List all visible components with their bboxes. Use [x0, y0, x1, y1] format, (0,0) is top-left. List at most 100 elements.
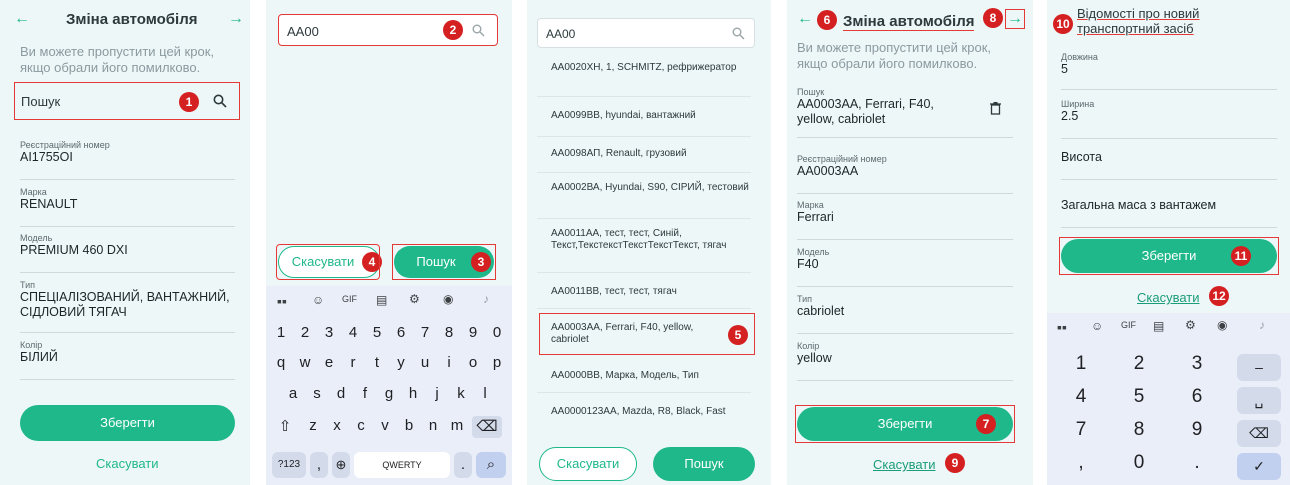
number-key[interactable]: 9	[462, 324, 484, 341]
arrow-left-icon[interactable]: ←	[797, 10, 813, 28]
search-input[interactable]: Пошук	[21, 94, 60, 109]
key-6[interactable]: 6	[1175, 386, 1219, 408]
number-key[interactable]: 1	[270, 324, 292, 341]
letter-key[interactable]: p	[486, 354, 508, 371]
save-button[interactable]: Зберегти	[20, 405, 235, 441]
backspace-key[interactable]: ⌫	[1237, 420, 1281, 447]
result-item[interactable]: АА0020ХН, 1, SCHMITZ, рефрижератор	[551, 62, 761, 74]
globe-icon[interactable]: ⊕	[332, 452, 350, 478]
number-key[interactable]: 3	[318, 324, 340, 341]
selected-result[interactable]: АА0003АА, Ferrari, F40, yellow, cabriole…	[539, 313, 755, 355]
symbols-key[interactable]: ?123	[272, 452, 306, 478]
key-9[interactable]: 9	[1175, 419, 1219, 441]
sticker-icon[interactable]: ☺	[312, 293, 324, 307]
cancel-link[interactable]: Скасувати	[96, 456, 159, 471]
clipboard-icon[interactable]: ▤	[376, 293, 387, 307]
letter-key[interactable]: r	[342, 354, 364, 371]
mic-icon[interactable]: ♪	[483, 292, 489, 306]
search-field[interactable]: Пошук 1	[14, 82, 240, 120]
key-5[interactable]: 5	[1117, 386, 1161, 408]
number-key[interactable]: 2	[294, 324, 316, 341]
palette-icon[interactable]: ◉	[443, 292, 453, 306]
search-input[interactable]: АА00	[546, 27, 575, 41]
search-icon[interactable]	[472, 24, 485, 37]
number-key[interactable]: 4	[342, 324, 364, 341]
search-field[interactable]: АА00	[537, 18, 755, 48]
letter-key[interactable]: l	[474, 385, 496, 402]
letter-key[interactable]: n	[422, 417, 444, 434]
result-item[interactable]: АА0000123АА, Mazda, R8, Black, Fast	[551, 406, 761, 418]
letter-key[interactable]: s	[306, 385, 328, 402]
letter-key[interactable]: v	[374, 417, 396, 434]
cancel-link[interactable]: Скасувати	[1137, 290, 1200, 305]
arrow-left-icon[interactable]: ←	[14, 10, 30, 28]
letter-key[interactable]: e	[318, 354, 340, 371]
field-height[interactable]: Висота	[1061, 150, 1277, 180]
arrow-right-icon[interactable]: →	[1005, 9, 1025, 29]
period-key[interactable]: .	[454, 452, 472, 478]
result-item[interactable]: АА0098АП, Renault, грузовий	[551, 148, 761, 160]
letter-key[interactable]: u	[414, 354, 436, 371]
letter-key[interactable]: h	[402, 385, 424, 402]
key-1[interactable]: 1	[1059, 353, 1103, 375]
result-item[interactable]: АА0002ВА, Hyundai, S90, СІРИЙ, тестовий	[551, 182, 761, 194]
backspace-key[interactable]: ⌫	[472, 416, 502, 438]
letter-key[interactable]: i	[438, 354, 460, 371]
comma-key[interactable]: ,	[1059, 452, 1103, 474]
shift-key[interactable]: ⇧	[274, 417, 296, 435]
field-search[interactable]: Пошук АА0003АА, Ferrari, F40, yellow, ca…	[797, 87, 1013, 138]
key-2[interactable]: 2	[1117, 353, 1161, 375]
gear-icon[interactable]: ⚙	[409, 292, 420, 306]
search-icon[interactable]	[213, 94, 227, 108]
clipboard-icon[interactable]: ▤	[1153, 319, 1164, 333]
letter-key[interactable]: f	[354, 385, 376, 402]
result-item[interactable]: АА0011ВВ, тест, тест, тягач	[551, 286, 761, 298]
grid-icon[interactable]: ▪▪	[277, 293, 287, 309]
search-input[interactable]: АА00	[287, 24, 319, 39]
result-item[interactable]: АА0000ВВ, Марка, Модель, Тип	[551, 370, 761, 382]
gif-icon[interactable]: GIF	[1121, 320, 1136, 330]
search-button[interactable]: Пошук	[653, 447, 755, 481]
trash-icon[interactable]	[990, 102, 1001, 115]
search-key[interactable]: ⌕	[476, 452, 506, 478]
field-width[interactable]: Ширина 2.5	[1061, 99, 1277, 139]
period-key[interactable]: .	[1175, 452, 1219, 474]
result-item[interactable]: АА0011АА, тест, тест, Синій, Текст,Текст…	[551, 228, 761, 252]
numeric-keyboard[interactable]: ▪▪ ☺ GIF ▤ ⚙ ◉ ♪ 1 2 3 – 4 5 6 ␣ 7 8 9 ⌫…	[1047, 313, 1290, 485]
comma-key[interactable]: ,	[310, 452, 328, 478]
key-4[interactable]: 4	[1059, 386, 1103, 408]
mic-icon[interactable]: ♪	[1259, 318, 1265, 332]
cancel-button[interactable]: Скасувати	[539, 447, 637, 481]
letter-key[interactable]: a	[282, 385, 304, 402]
number-key[interactable]: 7	[414, 324, 436, 341]
letter-key[interactable]: z	[302, 417, 324, 434]
number-key[interactable]: 8	[438, 324, 460, 341]
letter-key[interactable]: t	[366, 354, 388, 371]
key-7[interactable]: 7	[1059, 419, 1103, 441]
field-length[interactable]: Довжина 5	[1061, 52, 1277, 90]
letter-key[interactable]: x	[326, 417, 348, 434]
number-key[interactable]: 6	[390, 324, 412, 341]
letter-key[interactable]: k	[450, 385, 472, 402]
keyboard[interactable]: ▪▪ ☺ GIF ▤ ⚙ ◉ ♪ 1234567890 qwertyuiop a…	[266, 286, 512, 485]
letter-key[interactable]: m	[446, 417, 468, 434]
search-field[interactable]: АА00 2	[278, 14, 498, 46]
grid-icon[interactable]: ▪▪	[1057, 319, 1067, 335]
sticker-icon[interactable]: ☺	[1091, 319, 1103, 333]
letter-key[interactable]: q	[270, 354, 292, 371]
letter-key[interactable]: j	[426, 385, 448, 402]
number-key[interactable]: 5	[366, 324, 388, 341]
letter-key[interactable]: b	[398, 417, 420, 434]
search-icon[interactable]	[732, 27, 745, 40]
minus-key[interactable]: –	[1237, 354, 1281, 381]
palette-icon[interactable]: ◉	[1217, 318, 1227, 332]
letter-key[interactable]: o	[462, 354, 484, 371]
number-key[interactable]: 0	[486, 324, 508, 341]
result-item[interactable]: АА0099ВВ, hyundai, вантажний	[551, 110, 761, 122]
arrow-right-icon[interactable]: →	[228, 10, 244, 28]
space-key[interactable]: ␣	[1237, 387, 1281, 414]
field-gross-weight[interactable]: Загальна маса з вантажем	[1061, 198, 1277, 228]
key-8[interactable]: 8	[1117, 419, 1161, 441]
key-0[interactable]: 0	[1117, 452, 1161, 474]
space-key[interactable]: QWERTY	[354, 452, 450, 478]
